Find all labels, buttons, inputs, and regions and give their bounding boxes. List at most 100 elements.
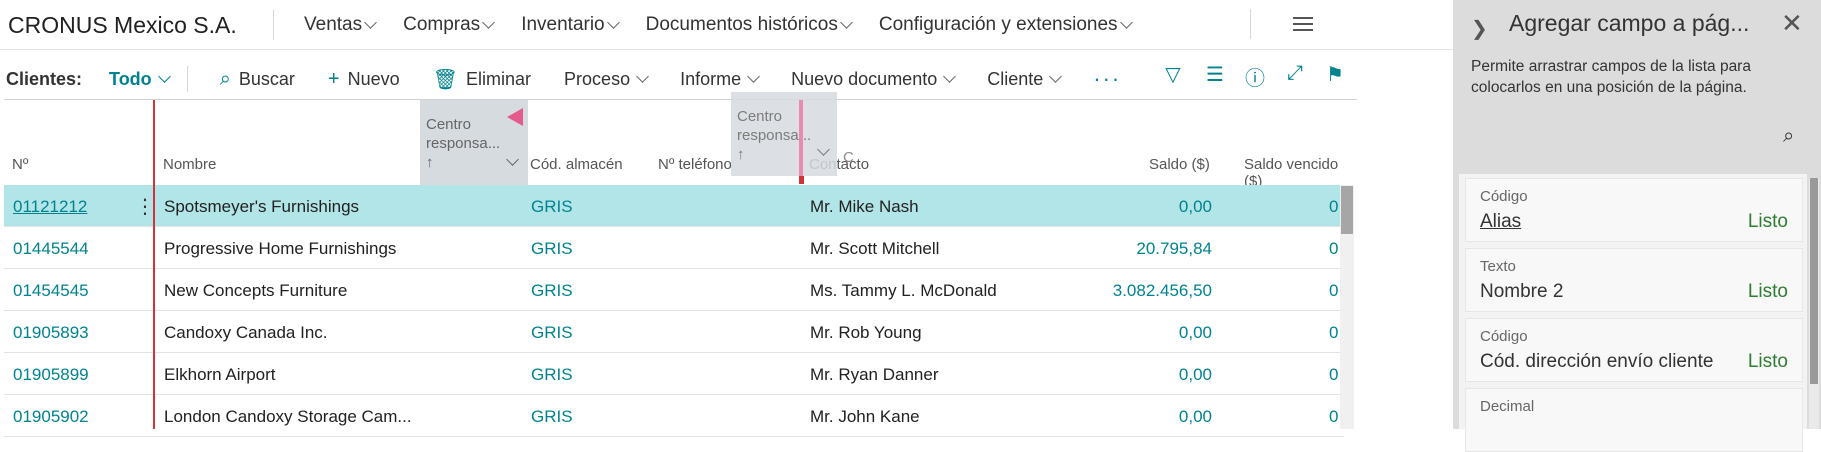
nav-documentos-historicos[interactable]: Documentos históricos: [645, 13, 853, 36]
panel-scrollbar-thumb[interactable]: [1810, 178, 1818, 384]
hamburger-menu-icon[interactable]: [1293, 17, 1313, 35]
field-status: Listo: [1747, 351, 1788, 372]
field-list: Código Alias Listo Texto Nombre 2 Listo …: [1459, 174, 1807, 452]
cell-no[interactable]: 01905902: [13, 407, 89, 427]
table-row[interactable]: 01905899 Elkhorn Airport GRIS Mr. Ryan D…: [4, 353, 1344, 395]
search-label: Buscar: [238, 68, 295, 89]
column-header-label: Centro responsa...: [426, 116, 501, 152]
cell-contacto: Mr. Ryan Danner: [810, 365, 939, 384]
divider: [1250, 9, 1251, 39]
cell-almacen[interactable]: GRIS: [531, 323, 573, 343]
cell-saldo[interactable]: 0,00: [1179, 323, 1212, 343]
nav-ventas[interactable]: Ventas: [304, 13, 377, 36]
nav-label: Configuración y extensiones: [878, 13, 1118, 35]
new-label: Nuevo: [347, 68, 400, 89]
field-status: Listo: [1747, 211, 1788, 232]
report-menu[interactable]: Informe: [680, 68, 760, 90]
field-name[interactable]: Cód. dirección envío cliente: [1480, 351, 1713, 373]
cell-no[interactable]: 01454545: [13, 281, 89, 301]
nav-label: Inventario: [521, 13, 605, 35]
field-name[interactable]: Alias: [1480, 211, 1521, 233]
cell-almacen[interactable]: GRIS: [531, 239, 573, 259]
table-row[interactable]: 01454545 New Concepts Furniture GRIS Ms.…: [4, 269, 1344, 311]
dragged-column-ghost[interactable]: Centro responsa... ↑ C: [731, 92, 854, 176]
field-card[interactable]: Decimal: [1465, 388, 1803, 452]
customer-label: Cliente: [987, 68, 1044, 89]
grid-scrollbar-thumb[interactable]: [1341, 186, 1353, 234]
table-row[interactable]: 01905893 Candoxy Canada Inc. GRIS Mr. Ro…: [4, 311, 1344, 353]
nav-label: Documentos históricos: [645, 13, 838, 35]
field-card[interactable]: Texto Nombre 2 Listo: [1465, 248, 1803, 312]
chevron-down-icon: [839, 15, 853, 29]
process-menu[interactable]: Proceso: [564, 69, 649, 90]
cell-contacto: Mr. Scott Mitchell: [810, 239, 940, 258]
field-card[interactable]: Código Alias Listo: [1465, 178, 1803, 242]
cell-almacen[interactable]: GRIS: [531, 281, 573, 301]
cell-almacen[interactable]: GRIS: [531, 365, 573, 385]
cell-saldo[interactable]: 0,00: [1179, 197, 1212, 217]
cell-almacen[interactable]: GRIS: [531, 197, 573, 217]
divider: [186, 66, 188, 92]
panel-title: Agregar campo a pág...: [1509, 10, 1750, 36]
customer-menu[interactable]: Cliente: [987, 68, 1063, 90]
cell-no[interactable]: 01905893: [13, 323, 89, 343]
row-menu-icon[interactable]: ⋮: [135, 194, 155, 219]
table-row[interactable]: 01121212 ⋮ Spotsmeyer's Furnishings GRIS…: [4, 185, 1344, 227]
chevron-down-icon: [747, 70, 760, 83]
cell-saldo[interactable]: 3.082.456,50: [1113, 281, 1212, 301]
nav-compras[interactable]: Compras: [403, 14, 496, 36]
chevron-down-icon: [482, 15, 496, 29]
chevron-down-icon: [606, 15, 620, 29]
expand-icon[interactable]: ⤢: [1283, 62, 1307, 86]
view-filter-dropdown[interactable]: Todo: [109, 68, 171, 90]
cell-nombre: Candoxy Canada Inc.: [164, 323, 328, 342]
delete-button[interactable]: 🗑 Eliminar: [433, 67, 531, 92]
frozen-column-divider: [153, 100, 155, 429]
cell-saldo[interactable]: 0,00: [1179, 407, 1212, 427]
field-type: Código: [1480, 328, 1528, 345]
table-row[interactable]: 01905902 London Candoxy Storage Cam... G…: [4, 395, 1344, 437]
cell-nombre: Spotsmeyer's Furnishings: [164, 197, 360, 216]
nav-label: Ventas: [304, 13, 363, 35]
column-header-telefono[interactable]: Nº teléfono: [658, 156, 732, 173]
close-icon[interactable]: ✕: [1781, 8, 1803, 39]
info-icon[interactable]: ⓘ: [1243, 62, 1267, 90]
top-navigation: CRONUS Mexico S.A. Ventas Compras Invent…: [0, 0, 1453, 50]
column-header-saldo[interactable]: Saldo ($): [1149, 156, 1210, 173]
cell-almacen[interactable]: GRIS: [531, 407, 573, 427]
company-name[interactable]: CRONUS Mexico S.A.: [0, 9, 274, 40]
table-row[interactable]: 01445544 Progressive Home Furnishings GR…: [4, 227, 1344, 269]
bookmark-icon[interactable]: ⚑: [1323, 62, 1347, 86]
field-type: Código: [1480, 188, 1528, 205]
cell-contacto: Mr. Rob Young: [810, 323, 922, 342]
cell-saldo[interactable]: 0,00: [1179, 365, 1212, 385]
cell-no[interactable]: 01905899: [13, 365, 89, 385]
cell-nombre: Progressive Home Furnishings: [164, 239, 397, 258]
cell-no[interactable]: 01121212: [13, 197, 87, 217]
report-label: Informe: [680, 68, 742, 89]
field-name[interactable]: Nombre 2: [1480, 281, 1563, 303]
view-filter-label: Todo: [109, 68, 152, 89]
new-document-label: Nuevo documento: [791, 68, 938, 89]
sort-ascending-icon: ↑: [426, 154, 434, 171]
new-document-menu[interactable]: Nuevo documento: [791, 68, 957, 90]
filter-icon[interactable]: ▽: [1161, 62, 1185, 86]
column-header-label: Centro responsa...: [737, 108, 812, 144]
new-button[interactable]: + Nuevo: [328, 68, 400, 91]
search-icon[interactable]: ⌕: [1783, 125, 1794, 148]
nav-configuracion[interactable]: Configuración y extensiones: [878, 13, 1133, 36]
cell-no[interactable]: 01445544: [13, 239, 89, 259]
column-header-almacen[interactable]: Cód. almacén: [530, 156, 623, 173]
cell-saldo[interactable]: 20.795,84: [1136, 239, 1212, 259]
cell-nombre: New Concepts Furniture: [164, 281, 348, 300]
more-actions-icon[interactable]: ···: [1093, 66, 1121, 92]
trash-icon: 🗑: [432, 68, 459, 91]
nav-inventario[interactable]: Inventario: [521, 13, 620, 36]
list-icon[interactable]: ☰: [1203, 62, 1227, 86]
search-button[interactable]: ⌕ Buscar: [220, 68, 295, 91]
field-card[interactable]: Código Cód. dirección envío cliente List…: [1465, 318, 1803, 382]
cell-contacto: Mr. Mike Nash: [810, 197, 919, 216]
chevron-right-icon[interactable]: ❯: [1471, 16, 1488, 41]
column-header-no[interactable]: Nº: [12, 156, 28, 173]
column-header-nombre[interactable]: Nombre: [163, 156, 216, 173]
